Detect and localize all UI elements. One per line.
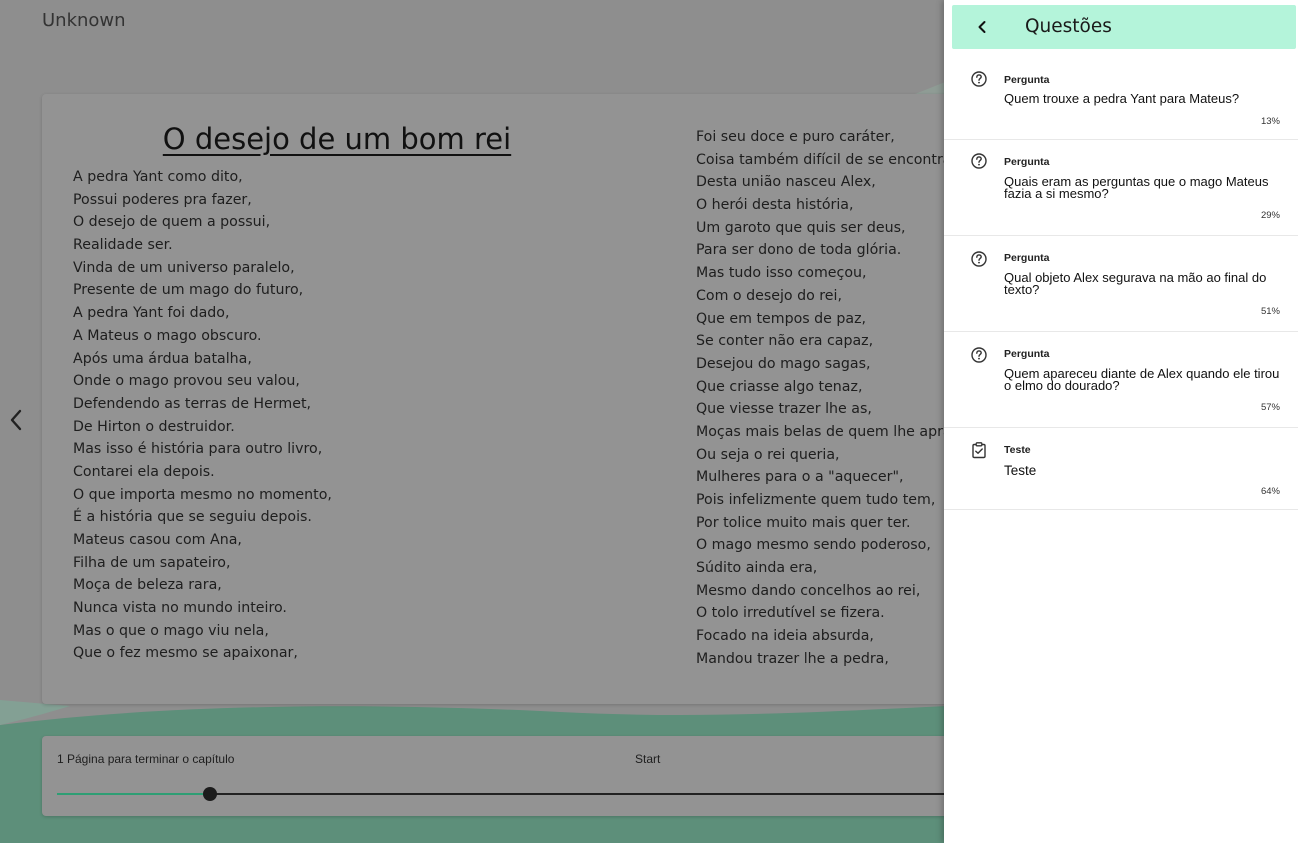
poem-line: Possui poderes pra fazer, — [73, 191, 252, 208]
poem-line: Para ser dono de toda glória. — [696, 242, 902, 259]
chevron-left-icon — [10, 409, 22, 431]
poem-line: A Mateus o mago obscuro. — [73, 327, 262, 344]
question-type: Pergunta — [1004, 74, 1050, 86]
poem-line: Moça de beleza rara, — [73, 577, 222, 594]
poem-line: Filha de um sapateiro, — [73, 554, 231, 571]
question-progress: 13% — [1260, 116, 1280, 127]
poem-line: Presente de um mago do futuro, — [73, 282, 304, 299]
poem-line: A pedra Yant como dito, — [73, 169, 243, 185]
poem-line: Nunca vista no mundo inteiro. — [73, 600, 287, 617]
question-text: Quais eram as perguntas que o mago Mateu… — [1004, 174, 1269, 201]
poem-line: Foi seu doce e puro caráter, — [696, 129, 895, 145]
poem-line: O desejo de quem a possui, — [73, 214, 271, 231]
question-progress: 57% — [1260, 402, 1280, 413]
question-text: Teste — [1004, 463, 1037, 478]
test-item[interactable]: Teste Teste 64% — [944, 428, 1298, 510]
questions-drawer: Questões Pergunta Quem trouxe a pedra Ya… — [944, 0, 1298, 843]
poem-line: Mulheres para o a "aquecer", — [696, 469, 904, 486]
poem-line: Com o desejo do rei, — [696, 287, 842, 304]
poem-line: Contarei ela depois. — [73, 463, 215, 480]
poem-line: O herói desta história, — [696, 197, 854, 214]
question-text: Quem trouxe a pedra Yant para Mateus? — [1004, 91, 1240, 106]
question-progress: 64% — [1260, 486, 1280, 497]
poem-line: Que o fez mesmo se apaixonar, — [73, 645, 298, 662]
question-type: Teste — [1004, 444, 1031, 456]
progress-slider[interactable] — [57, 787, 1042, 801]
help-circle-icon — [971, 347, 987, 363]
chapter-title: O desejo de um bom rei — [162, 122, 512, 156]
previous-page-button[interactable] — [6, 406, 26, 434]
question-item[interactable]: Pergunta Quem apareceu diante de Alex qu… — [944, 332, 1298, 428]
poem-line: Mesmo dando concelhos ao rei, — [696, 582, 921, 599]
poem-line: Desta união nasceu Alex, — [696, 174, 876, 191]
poem-line: Após uma árdua batalha, — [73, 350, 252, 367]
text-column-right: Foi seu doce e puro caráter, Coisa também… — [696, 126, 952, 671]
poem-line: Coisa também difícil de se encontra — [696, 151, 952, 168]
poem-line: Um garoto que quis ser deus, — [696, 219, 906, 236]
poem-line: O tolo irredutível se fizera. — [696, 605, 885, 622]
author-name: Unknown — [42, 10, 126, 31]
drawer-title: Questões — [1025, 16, 1112, 37]
drawer-back-button[interactable] — [970, 15, 994, 39]
help-circle-icon — [971, 251, 987, 267]
poem-line: Súdito ainda era, — [696, 560, 818, 577]
poem-line: Mas isso é história para outro livro, — [73, 441, 323, 458]
poem-line: Vinda de um universo paralelo, — [73, 259, 295, 276]
chevron-left-icon — [978, 21, 986, 33]
start-label: Start — [635, 752, 661, 766]
progress-slider-thumb[interactable] — [202, 787, 217, 801]
question-type: Pergunta — [1004, 156, 1050, 168]
poem-line: Moças mais belas de quem lhe apra — [696, 423, 952, 440]
poem-line: Mas o que o mago viu nela, — [73, 622, 269, 639]
poem-line: Mas tudo isso começou, — [696, 265, 867, 282]
poem-line: É a história que se seguiu depois. — [73, 509, 312, 526]
question-type: Pergunta — [1004, 348, 1050, 360]
question-item[interactable]: Pergunta Quais eram as perguntas que o m… — [944, 140, 1298, 236]
drawer-header: Questões — [952, 5, 1296, 49]
questions-list: Pergunta Quem trouxe a pedra Yant para M… — [944, 58, 1298, 510]
poem-line: Ou seja o rei queria, — [696, 446, 840, 463]
question-item[interactable]: Pergunta Qual objeto Alex segurava na mã… — [944, 236, 1298, 332]
poem-line: Mateus casou com Ana, — [73, 532, 242, 548]
help-circle-icon — [971, 71, 987, 87]
poem-line: Focado na ideia absurda, — [696, 628, 874, 645]
clipboard-check-icon — [972, 442, 986, 459]
poem-line: Por tolice muito mais quer ter. — [696, 514, 911, 531]
poem-line: O mago mesmo sendo poderoso, — [696, 537, 931, 554]
poem-line: Mandou trazer lhe a pedra, — [696, 650, 889, 667]
poem-line: Que criasse algo tenaz, — [696, 378, 863, 395]
poem-line: Desejou do mago sagas, — [696, 355, 871, 372]
poem-line: De Hirton o destruidor. — [73, 418, 235, 435]
poem-line: Que viesse trazer lhe as, — [696, 401, 872, 418]
poem-line: A pedra Yant foi dado, — [73, 305, 230, 322]
question-item[interactable]: Pergunta Quem trouxe a pedra Yant para M… — [944, 58, 1298, 140]
question-text: Qual objeto Alex segurava na mão ao fina… — [1004, 270, 1267, 297]
progress-slider-fill — [57, 793, 210, 795]
chapter-progress-panel: 1 Página para terminar o capítulo Start — [42, 736, 1042, 816]
poem-line: Defendendo as terras de Hermet, — [73, 395, 312, 412]
poem-line: Se conter não era capaz, — [696, 333, 874, 350]
question-text: Quem apareceu diante de Alex quando ele … — [1004, 366, 1280, 393]
poem-line: Pois infelizmente quem tudo tem, — [696, 492, 936, 508]
help-circle-icon — [971, 153, 987, 169]
poem-line: Onde o mago provou seu valou, — [73, 373, 300, 390]
reader-page: O desejo de um bom rei A pedra Yant como… — [42, 94, 1042, 704]
poem-line: Que em tempos de paz, — [696, 310, 867, 327]
question-progress: 29% — [1260, 210, 1280, 221]
question-progress: 51% — [1260, 306, 1280, 317]
pages-remaining-label: 1 Página para terminar o capítulo — [57, 752, 235, 766]
poem-line: O que importa mesmo no momento, — [73, 486, 332, 503]
poem-line: Realidade ser. — [73, 237, 173, 254]
text-column-left: A pedra Yant como dito, Possui poderes pr… — [73, 166, 332, 665]
question-type: Pergunta — [1004, 252, 1050, 264]
